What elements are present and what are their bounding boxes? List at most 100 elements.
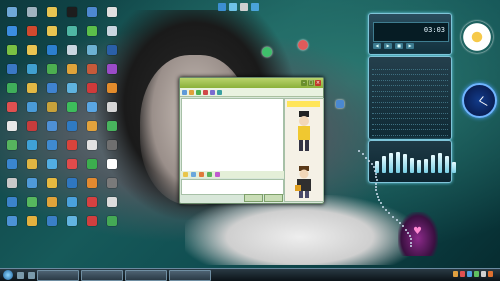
desktop-shortcut[interactable] xyxy=(102,116,121,135)
equalizer-bar[interactable] xyxy=(403,154,407,173)
maximize-button[interactable]: □ xyxy=(308,80,314,86)
desktop-shortcut[interactable] xyxy=(82,2,101,21)
app-icon[interactable] xyxy=(210,89,215,95)
desktop-shortcut[interactable] xyxy=(82,78,101,97)
chat-window[interactable]: – □ × xyxy=(179,77,324,204)
desktop-shortcut[interactable] xyxy=(102,135,121,154)
desktop-shortcut[interactable] xyxy=(2,173,21,192)
equalizer-panel[interactable] xyxy=(368,140,456,183)
equalizer-bar[interactable] xyxy=(424,159,428,173)
send-button[interactable] xyxy=(264,194,283,202)
desktop-shortcut[interactable] xyxy=(42,2,61,21)
message-input[interactable] xyxy=(181,179,284,195)
desktop-shortcut[interactable] xyxy=(82,154,101,173)
equalizer-bar[interactable] xyxy=(410,158,414,173)
desktop-shortcut[interactable] xyxy=(62,211,81,230)
desktop-shortcut[interactable] xyxy=(62,21,81,40)
desktop-shortcut[interactable] xyxy=(102,97,121,116)
desktop-shortcut-icon[interactable] xyxy=(262,47,272,57)
desktop-shortcut[interactable] xyxy=(102,21,121,40)
equalizer-bar[interactable] xyxy=(382,156,386,173)
video-icon[interactable] xyxy=(182,89,187,95)
stop-icon[interactable]: ■ xyxy=(395,43,403,49)
desktop-shortcut[interactable] xyxy=(42,192,61,211)
desktop-shortcut[interactable] xyxy=(102,59,121,78)
file-icon[interactable] xyxy=(196,89,201,95)
desktop-shortcut[interactable] xyxy=(42,59,61,78)
desktop-shortcut[interactable] xyxy=(82,211,101,230)
tray-icon[interactable] xyxy=(467,271,472,277)
equalizer-bar[interactable] xyxy=(445,156,449,173)
app-icon[interactable] xyxy=(217,89,222,95)
font-icon[interactable] xyxy=(191,172,196,177)
desktop-shortcut[interactable] xyxy=(82,21,101,40)
close-button[interactable]: × xyxy=(315,80,321,86)
desktop-shortcut[interactable] xyxy=(62,2,81,21)
equalizer-bar[interactable] xyxy=(438,153,442,173)
desktop-shortcut-icon[interactable] xyxy=(298,40,308,50)
desktop-shortcut[interactable] xyxy=(2,211,21,230)
desktop-shortcut[interactable] xyxy=(62,154,81,173)
flower-gadget[interactable] xyxy=(461,21,493,53)
equalizer-bar[interactable] xyxy=(431,155,435,173)
app-icon[interactable] xyxy=(218,3,226,11)
browser-icon[interactable] xyxy=(28,271,35,279)
desktop-shortcut[interactable] xyxy=(62,40,81,59)
taskbar-button[interactable] xyxy=(169,269,211,281)
desktop-shortcut[interactable] xyxy=(102,154,121,173)
next-icon[interactable]: ▶ xyxy=(406,43,414,49)
desktop-shortcut[interactable] xyxy=(42,21,61,40)
desktop-shortcut[interactable] xyxy=(22,173,41,192)
desktop-shortcut[interactable] xyxy=(62,173,81,192)
tray-icon[interactable] xyxy=(481,271,486,277)
chat-titlebar[interactable]: – □ × xyxy=(180,78,323,88)
equalizer-bar[interactable] xyxy=(417,160,421,173)
desktop-shortcut[interactable] xyxy=(102,192,121,211)
app-icon[interactable] xyxy=(240,3,248,11)
taskbar-button[interactable] xyxy=(37,269,79,281)
couple-gadget[interactable]: ♥ xyxy=(398,212,438,256)
desktop-shortcut[interactable] xyxy=(22,116,41,135)
play-icon[interactable]: ▶ xyxy=(384,43,392,49)
desktop-shortcut[interactable] xyxy=(42,173,61,192)
desktop-shortcut[interactable] xyxy=(42,78,61,97)
desktop-shortcut[interactable] xyxy=(42,135,61,154)
desktop-shortcut[interactable] xyxy=(2,192,21,211)
desktop-shortcut[interactable] xyxy=(102,211,121,230)
close-chat-button[interactable] xyxy=(244,194,263,202)
tray-icon[interactable] xyxy=(460,271,465,277)
desktop-shortcut[interactable] xyxy=(62,135,81,154)
clock-gadget[interactable] xyxy=(462,83,497,118)
desktop-shortcut[interactable] xyxy=(2,59,21,78)
desktop-shortcut[interactable] xyxy=(22,40,41,59)
desktop-shortcut[interactable] xyxy=(82,173,101,192)
desktop-shortcut[interactable] xyxy=(82,40,101,59)
desktop-shortcut[interactable] xyxy=(62,97,81,116)
show-desktop-icon[interactable] xyxy=(17,271,24,279)
desktop-shortcut[interactable] xyxy=(42,40,61,59)
app-icon[interactable] xyxy=(251,3,259,11)
desktop-shortcut[interactable] xyxy=(62,59,81,78)
start-button[interactable] xyxy=(3,270,13,280)
desktop-shortcut[interactable] xyxy=(82,135,101,154)
desktop-shortcut[interactable] xyxy=(102,40,121,59)
desktop-shortcut[interactable] xyxy=(82,97,101,116)
desktop-shortcut[interactable] xyxy=(22,192,41,211)
desktop-shortcut[interactable] xyxy=(82,116,101,135)
desktop-shortcut[interactable] xyxy=(42,154,61,173)
desktop-shortcut[interactable] xyxy=(22,154,41,173)
desktop-shortcut[interactable] xyxy=(62,192,81,211)
desktop-shortcut[interactable] xyxy=(2,21,21,40)
message-history[interactable] xyxy=(181,98,284,172)
desktop-shortcut[interactable] xyxy=(22,21,41,40)
tray-icon[interactable] xyxy=(474,271,479,277)
desktop-shortcut[interactable] xyxy=(22,2,41,21)
equalizer-bar[interactable] xyxy=(452,162,456,173)
screenshot-icon[interactable] xyxy=(207,172,212,177)
desktop-shortcut[interactable] xyxy=(22,97,41,116)
desktop-shortcut[interactable] xyxy=(82,192,101,211)
emoji-icon[interactable] xyxy=(183,172,188,177)
taskbar-button[interactable] xyxy=(81,269,123,281)
desktop-shortcut[interactable] xyxy=(2,116,21,135)
app-icon[interactable] xyxy=(203,89,208,95)
